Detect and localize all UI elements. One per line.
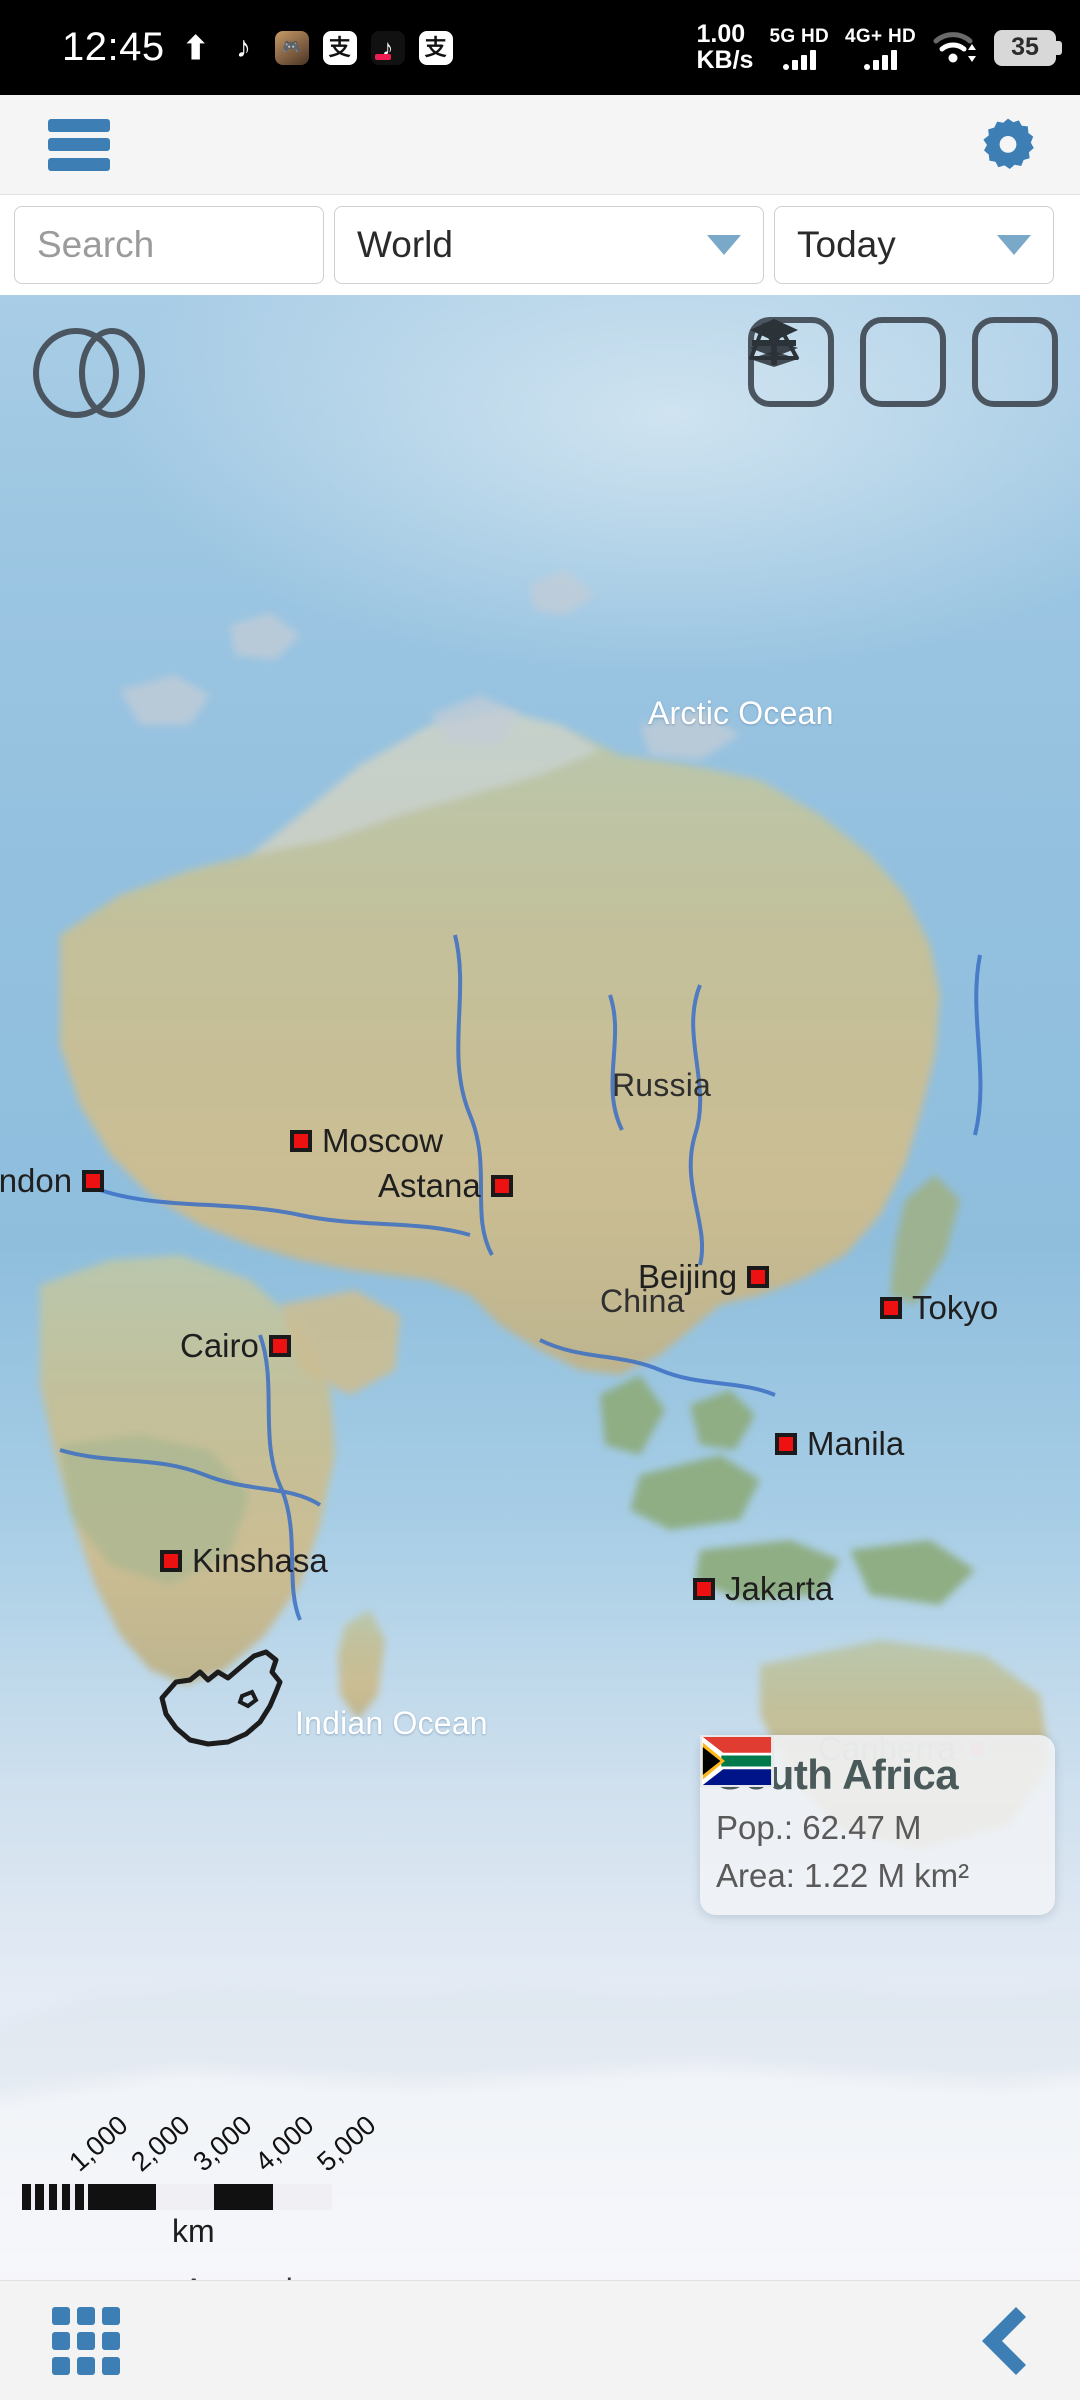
- city-marker-moscow[interactable]: Moscow: [290, 1122, 443, 1160]
- plus-icon: [752, 321, 796, 365]
- network-speed-value: 1.00: [696, 20, 746, 48]
- map-label-arctic-ocean: Arctic Ocean: [648, 695, 834, 731]
- city-dot-icon: [160, 1550, 182, 1572]
- status-clock: 12:45: [62, 25, 165, 69]
- landmass-madagascar: [338, 1610, 385, 1720]
- status-bar: 12:45 ⬆ ♪ 🎮 支 ♪ 支 1.00 KB/s 5G HD 4G+ HD: [0, 0, 1080, 95]
- battery-indicator: 35: [994, 29, 1062, 66]
- scale-tick-1: 1,000: [63, 2109, 134, 2178]
- wifi-icon: [933, 31, 976, 62]
- apps-grid-icon[interactable]: [52, 2306, 120, 2375]
- map-add-button[interactable]: [752, 317, 1058, 407]
- city-label-jakarta: Jakarta: [725, 1570, 834, 1607]
- date-dropdown[interactable]: Today: [774, 206, 1054, 284]
- sim2-signal: 4G+ HD: [845, 26, 916, 70]
- status-bar-right: 1.00 KB/s 5G HD 4G+ HD 35: [696, 20, 1062, 74]
- sim2-label: 4G+ HD: [845, 25, 916, 47]
- game-app-icon: 🎮: [274, 30, 309, 65]
- country-population: Pop.: 62.47 M: [716, 1809, 922, 1846]
- scale-tick-2: 2,000: [125, 2109, 196, 2178]
- city-dot-icon: [490, 1175, 513, 1197]
- country-area: Area: 1.22 M km²: [716, 1857, 970, 1894]
- alipay-icon-2: 支: [418, 30, 453, 65]
- region-dropdown[interactable]: World: [334, 206, 764, 284]
- map-label-russia: Russia: [612, 1067, 712, 1103]
- city-dot-icon: [693, 1578, 715, 1600]
- city-label-moscow: Moscow: [322, 1122, 444, 1159]
- search-placeholder: Search: [37, 224, 155, 265]
- app-root: 12:45 ⬆ ♪ 🎮 支 ♪ 支 1.00 KB/s 5G HD 4G+ HD: [0, 0, 1080, 2400]
- scale-tick-5: 5,000: [311, 2109, 382, 2178]
- chevron-down-icon: [707, 235, 741, 255]
- chevron-down-icon: [997, 235, 1031, 255]
- sim2-bars-icon: [864, 49, 898, 70]
- region-dropdown-value: World: [357, 224, 453, 265]
- scale-tick-4: 4,000: [249, 2109, 320, 2178]
- city-label-tokyo: Tokyo: [912, 1289, 999, 1326]
- city-marker-cairo[interactable]: Cairo: [180, 1327, 291, 1365]
- city-dot-icon: [880, 1297, 902, 1319]
- country-info-card[interactable]: South Africa Pop.: 62.47 M Area: 1.22 M …: [700, 1735, 1055, 1915]
- sim1-bars-icon: [782, 49, 816, 70]
- city-label-london: London: [0, 1162, 73, 1199]
- map-controls: [748, 317, 1058, 407]
- country-info-header: South Africa: [700, 1735, 1035, 1799]
- globe-toggle-icon: [33, 328, 145, 418]
- landmass-japan: [890, 1175, 960, 1305]
- tiktok-music-icon: ♪: [236, 30, 252, 64]
- highlighted-country-outline: [159, 1649, 283, 1747]
- network-speed-unit: KB/s: [696, 45, 754, 74]
- map-geometry: [0, 570, 1080, 2280]
- city-label-astana: Astana: [378, 1167, 481, 1204]
- city-dot-icon: [775, 1433, 797, 1455]
- city-marker-manila[interactable]: Manila: [775, 1425, 904, 1463]
- upload-icon: ⬆: [182, 29, 210, 66]
- city-label-kinshasa: Kinshasa: [192, 1542, 328, 1579]
- search-input[interactable]: Search: [14, 206, 324, 284]
- city-dot-icon: [268, 1335, 291, 1357]
- scale-tick-3: 3,000: [187, 2109, 258, 2178]
- city-dot-icon: [290, 1130, 312, 1152]
- scale-unit-label: km: [172, 2213, 215, 2249]
- world-map[interactable]: Arctic Ocean Indian Ocean Russia China A…: [0, 295, 1080, 2280]
- filter-bar: Search World Today: [0, 195, 1080, 295]
- city-dot-icon: [82, 1170, 105, 1192]
- city-label-manila: Manila: [807, 1425, 905, 1462]
- gear-icon[interactable]: [978, 115, 1038, 175]
- hamburger-menu-icon[interactable]: [48, 118, 110, 171]
- back-chevron-icon[interactable]: [976, 2305, 1032, 2377]
- map-label-antarctica: Antarctica: [183, 2272, 327, 2280]
- date-dropdown-value: Today: [797, 224, 896, 265]
- city-marker-kinshasa[interactable]: Kinshasa: [160, 1542, 328, 1580]
- bottom-navigation-bar: [0, 2280, 1080, 2400]
- sim1-signal: 5G HD: [769, 26, 829, 70]
- south-africa-flag-icon: [700, 1735, 774, 1787]
- top-toolbar: [0, 95, 1080, 195]
- city-marker-beijing[interactable]: Beijing: [638, 1258, 770, 1296]
- sim1-label: 5G HD: [769, 25, 830, 47]
- city-label-beijing: Beijing: [638, 1258, 738, 1295]
- map-terrain-button[interactable]: [749, 317, 946, 407]
- city-marker-tokyo[interactable]: Tokyo: [880, 1289, 998, 1327]
- network-speed: 1.00 KB/s: [696, 20, 754, 74]
- city-marker-jakarta[interactable]: Jakarta: [693, 1570, 833, 1608]
- alipay-icon: 支: [322, 30, 357, 65]
- city-marker-london[interactable]: London: [0, 1162, 105, 1200]
- battery-level: 35: [1011, 33, 1039, 61]
- city-marker-astana[interactable]: Astana: [378, 1167, 513, 1205]
- city-label-cairo: Cairo: [180, 1327, 259, 1364]
- map-scale-bar: 1,000 2,000 3,000 4,000 5,000 km: [22, 2100, 442, 2250]
- city-dot-icon: [747, 1266, 770, 1288]
- tiktok-icon: ♪: [370, 30, 405, 65]
- status-bar-left: 12:45 ⬆ ♪ 🎮 支 ♪ 支: [62, 25, 453, 70]
- scale-track: [22, 2184, 332, 2210]
